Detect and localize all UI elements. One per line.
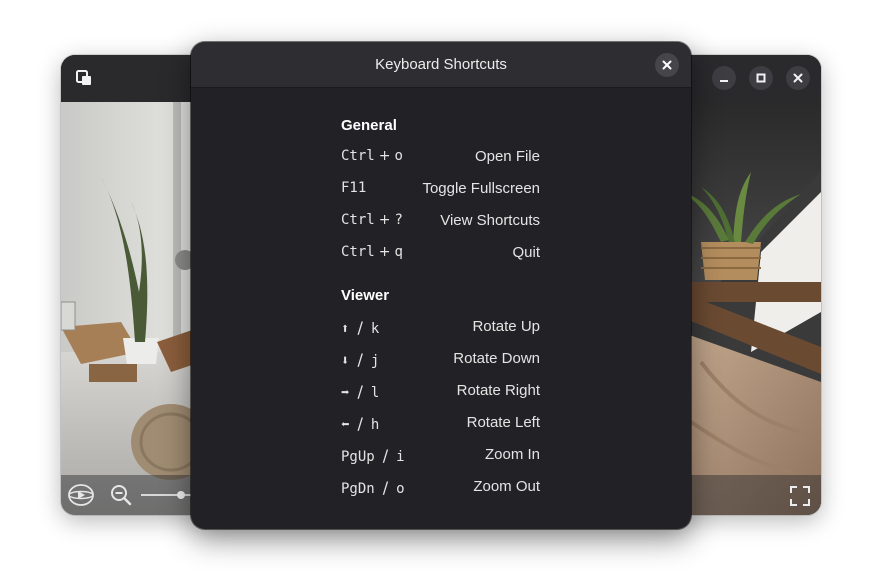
arrow-right-icon: ➡ <box>341 385 350 401</box>
shortcut-action: Rotate Up <box>472 318 540 335</box>
key: PgDn <box>341 481 375 497</box>
shortcut-row: Ctrl + o Open File <box>341 148 540 168</box>
key-separator: / <box>382 446 389 465</box>
key: l <box>370 385 380 401</box>
shortcut-keys: PgDn / o <box>341 478 405 497</box>
shortcuts-dialog: Keyboard Shortcuts General Ctrl + o Open F… <box>191 42 691 529</box>
shortcut-row: Ctrl + q Quit <box>341 244 540 264</box>
minimize-button[interactable] <box>712 66 736 90</box>
key: F11 <box>341 180 367 196</box>
key-separator: + <box>378 244 391 260</box>
key: h <box>370 417 380 433</box>
maximize-icon <box>756 73 766 83</box>
section-title-viewer: Viewer <box>341 287 390 304</box>
key: Ctrl <box>341 148 375 164</box>
fullscreen-icon <box>790 486 810 506</box>
key: ? <box>394 212 403 228</box>
fullscreen-button[interactable] <box>789 485 811 512</box>
shortcut-action: Rotate Left <box>466 414 540 431</box>
shortcut-row: PgDn / o Zoom Out <box>341 478 540 498</box>
key: Ctrl <box>341 244 375 260</box>
window-close-button[interactable] <box>786 66 810 90</box>
key-separator: / <box>357 382 363 401</box>
key: Ctrl <box>341 212 375 228</box>
key-separator: / <box>382 478 389 497</box>
dialog-title: Keyboard Shortcuts <box>375 56 507 73</box>
key: j <box>370 353 380 369</box>
key: k <box>370 321 380 337</box>
zoom-out-icon <box>111 485 132 506</box>
shortcut-action: Rotate Right <box>456 382 540 399</box>
shortcut-keys: ⬅ / h <box>341 414 379 433</box>
shortcut-keys: PgUp / i <box>341 446 405 465</box>
key-separator: + <box>378 148 391 164</box>
shortcut-row: ⬇ / j Rotate Down <box>341 350 540 370</box>
close-icon <box>793 73 803 83</box>
360-view-button[interactable] <box>67 483 95 512</box>
360-view-icon <box>68 484 94 506</box>
close-icon <box>662 60 672 70</box>
zoom-out-button[interactable] <box>109 483 133 512</box>
shortcut-row: PgUp / i Zoom In <box>341 446 540 466</box>
maximize-button[interactable] <box>749 66 773 90</box>
key-separator: / <box>357 350 363 369</box>
shortcut-row: ➡ / l Rotate Right <box>341 382 540 402</box>
zoom-slider-handle[interactable] <box>177 491 185 499</box>
shortcut-row: Ctrl +? View Shortcuts <box>341 212 540 232</box>
shortcut-action: Quit <box>512 244 540 261</box>
shortcut-row: ⬅ / h Rotate Left <box>341 414 540 434</box>
key: i <box>396 449 405 465</box>
key: PgUp <box>341 449 375 465</box>
shortcut-keys: ⬇ / j <box>341 350 379 369</box>
section-title-general: General <box>341 117 397 134</box>
key-separator: + <box>378 212 391 228</box>
shortcut-keys: F11 <box>341 180 366 196</box>
key: o <box>396 481 405 497</box>
key: o <box>394 148 403 164</box>
key-separator: / <box>357 318 363 337</box>
shortcut-action: Rotate Down <box>453 350 540 367</box>
shortcut-action: Open File <box>474 148 540 165</box>
key-separator: / <box>357 414 363 433</box>
shortcut-action: View Shortcuts <box>440 212 540 229</box>
shortcut-action: Toggle Fullscreen <box>422 180 540 197</box>
shortcut-action: Zoom Out <box>473 478 540 495</box>
key: q <box>394 244 403 260</box>
shortcut-keys: Ctrl + o <box>341 148 403 164</box>
shortcut-keys: ➡ / l <box>341 382 379 401</box>
minimize-icon <box>720 80 728 82</box>
shortcut-keys: Ctrl + q <box>341 244 403 260</box>
shortcut-action: Zoom In <box>484 446 540 463</box>
shortcut-row: F11 Toggle Fullscreen <box>341 180 540 200</box>
shortcut-keys: Ctrl +? <box>341 212 403 228</box>
arrow-up-icon: ⬆ <box>341 321 350 337</box>
shortcut-keys: ⬆ / k <box>341 318 379 337</box>
dialog-close-button[interactable] <box>655 53 679 77</box>
arrow-left-icon: ⬅ <box>341 417 350 433</box>
arrow-down-icon: ⬇ <box>341 353 350 369</box>
shortcut-row: ⬆ / k Rotate Up <box>341 318 540 338</box>
app-icon <box>75 69 93 87</box>
